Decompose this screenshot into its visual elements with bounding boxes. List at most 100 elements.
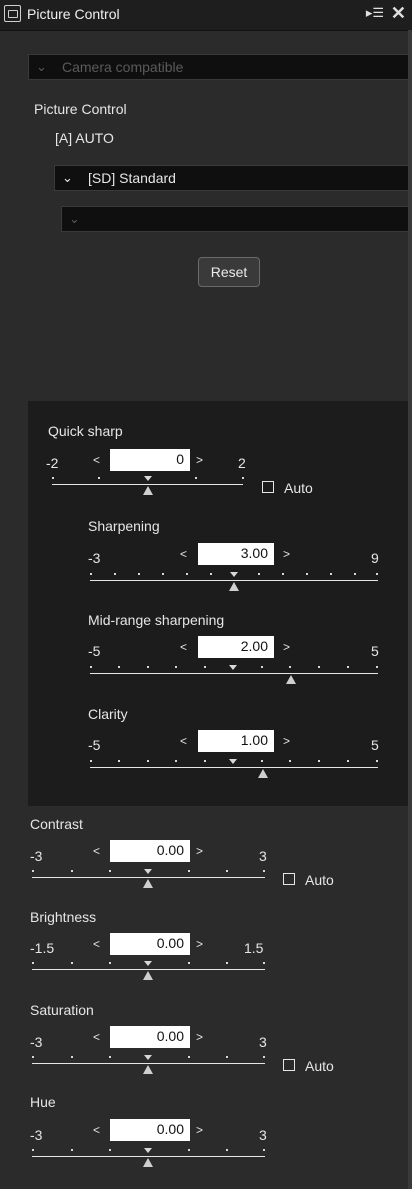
hue-max: 3 [259,1127,267,1143]
slider-tick [318,760,320,762]
slider-tick [188,1149,190,1151]
slider-center-tick [144,869,152,874]
slider-tick [186,573,188,575]
quick-sharp-slider[interactable] [52,484,243,485]
slider-tick [32,1056,34,1058]
slider-tick [263,962,265,964]
slider-tick [226,870,228,872]
slider-center-tick [229,665,237,670]
slider-tick [263,1056,265,1058]
brightness-input[interactable]: 0.00 [110,933,190,955]
midrange-input[interactable]: 2.00 [198,636,274,658]
saturation-decrement[interactable]: < [93,1030,100,1044]
slider-tick [289,760,291,762]
contrast-auto-checkbox[interactable] [283,873,295,885]
clarity-handle[interactable] [258,769,268,778]
clarity-slider[interactable] [90,767,378,768]
panel-title: Picture Control [27,6,120,22]
slider-tick [204,666,206,668]
scrollbar[interactable] [408,30,412,1189]
picture-control-panel: Picture Control ▸☰ ✕ ⌄ Camera compatible… [0,0,412,1189]
brightness-label: Brightness [30,909,97,925]
slider-tick [282,573,284,575]
hue-increment[interactable]: > [196,1123,203,1137]
selected-picture-control: [SD] Standard [88,170,176,186]
hue-handle[interactable] [143,1158,153,1167]
quick-sharp-handle[interactable] [143,486,153,495]
contrast-min: -3 [30,848,43,864]
slider-tick [226,962,228,964]
hue-decrement[interactable]: < [93,1123,100,1137]
quick-sharp-increment[interactable]: > [196,453,203,467]
quick-sharp-decrement[interactable]: < [93,453,100,467]
sharpening-input[interactable]: 3.00 [198,543,274,565]
slider-tick [354,573,356,575]
hue-slider[interactable] [32,1156,265,1157]
reset-button[interactable]: Reset [198,257,260,287]
picture-control-select[interactable]: ⌄ [SD] Standard [54,165,409,191]
brightness-max: 1.5 [244,940,264,956]
brightness-slider[interactable] [32,969,265,970]
slider-tick [118,760,120,762]
slider-tick [347,760,349,762]
slider-tick [175,666,177,668]
quick-sharp-min: -2 [46,455,59,471]
auto-setting-label: [A] AUTO [55,130,114,146]
slider-tick [32,870,34,872]
sharpening-increment[interactable]: > [283,547,290,561]
panel-menu-icon[interactable]: ▸☰ [366,5,384,21]
slider-tick [32,962,34,964]
contrast-decrement[interactable]: < [93,844,100,858]
saturation-handle[interactable] [143,1065,153,1074]
slider-tick [71,870,73,872]
hue-input[interactable]: 0.00 [110,1119,190,1141]
brightness-handle[interactable] [143,971,153,980]
slider-tick [289,666,291,668]
brightness-decrement[interactable]: < [93,937,100,951]
clarity-decrement[interactable]: < [180,734,187,748]
contrast-handle[interactable] [143,879,153,888]
sharpening-handle[interactable] [229,582,239,591]
slider-tick [71,962,73,964]
sharpening-decrement[interactable]: < [180,547,187,561]
slider-tick [90,573,92,575]
brightness-increment[interactable]: > [196,937,203,951]
contrast-input[interactable]: 0.00 [110,840,190,862]
midrange-decrement[interactable]: < [180,640,187,654]
quick-sharp-auto-label: Auto [284,480,313,496]
saturation-input[interactable]: 0.00 [110,1026,190,1048]
slider-tick [261,760,263,762]
saturation-label: Saturation [30,1002,94,1018]
midrange-sharpening-label: Mid-range sharpening [88,612,225,628]
quick-sharp-max: 2 [238,455,246,471]
saturation-increment[interactable]: > [196,1030,203,1044]
midrange-handle[interactable] [286,675,296,684]
slider-tick [109,962,111,964]
saturation-auto-checkbox[interactable] [283,1059,295,1071]
quick-sharp-input[interactable]: 0 [110,449,190,471]
clarity-input[interactable]: 1.00 [198,730,274,752]
quick-sharp-auto-checkbox[interactable] [262,481,274,493]
clarity-increment[interactable]: > [283,734,290,748]
slider-tick [242,477,244,479]
midrange-slider[interactable] [90,673,378,674]
slider-tick [263,1149,265,1151]
slider-tick [188,962,190,964]
picture-control-heading: Picture Control [34,101,127,117]
sharpening-slider[interactable] [90,580,378,581]
contrast-label: Contrast [30,816,83,832]
contrast-increment[interactable]: > [196,844,203,858]
slider-tick [347,666,349,668]
contrast-max: 3 [259,848,267,864]
contrast-slider[interactable] [32,877,265,878]
slider-tick [195,477,197,479]
saturation-slider[interactable] [32,1063,265,1064]
close-icon[interactable]: ✕ [391,3,406,24]
saturation-max: 3 [259,1034,267,1050]
midrange-increment[interactable]: > [283,640,290,654]
slider-center-tick [230,572,238,577]
hue-label: Hue [30,1094,56,1110]
slider-tick [32,1149,34,1151]
midrange-min: -5 [88,643,101,659]
slider-center-tick [144,1148,152,1153]
